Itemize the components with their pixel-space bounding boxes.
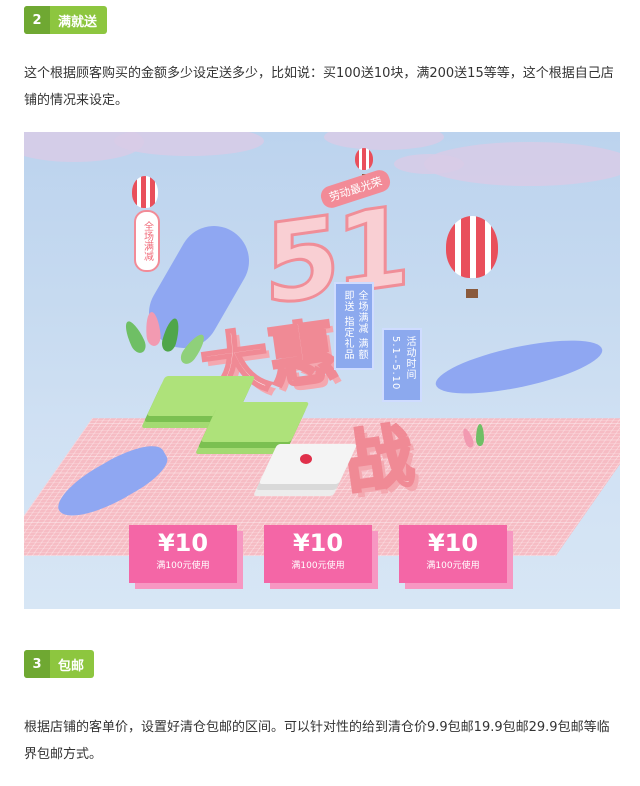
hot-air-balloon-icon bbox=[355, 148, 373, 178]
coupon-condition: 满100元使用 bbox=[291, 561, 345, 571]
coupon-amount: ¥10 bbox=[157, 529, 209, 557]
hot-air-balloon-icon bbox=[132, 176, 158, 222]
rose-icon bbox=[300, 454, 312, 464]
paragraph-2: 根据店铺的客单价，设置好清仓包邮的区间。可以针对性的给到清仓价9.9包邮19.9… bbox=[24, 720, 610, 762]
promo-sign: 全场满减 满额即送 指定礼品 bbox=[334, 282, 374, 370]
cloud bbox=[394, 154, 464, 174]
coupon-amount: ¥10 bbox=[427, 529, 479, 557]
activity-time-sign: 活动时间 5.1--5.10 bbox=[382, 328, 422, 402]
cloud bbox=[114, 132, 264, 156]
section-label: 包邮 bbox=[58, 658, 85, 674]
coupon-condition: 满100元使用 bbox=[426, 561, 480, 571]
coupon-condition: 满100元使用 bbox=[156, 561, 210, 571]
promo-banner: 全场满减 51 劳动最光荣 大惠 战 全场满减 满额即送 指定礼品 活动时间 5… bbox=[24, 132, 620, 609]
coupon-card[interactable]: ¥10 满100元使用 bbox=[264, 525, 372, 583]
leaf-icon bbox=[121, 318, 149, 356]
full-store-discount-tag: 全场满减 bbox=[134, 210, 160, 272]
section-label: 满就送 bbox=[58, 14, 98, 30]
cloud bbox=[324, 132, 444, 150]
section-number: 3 bbox=[24, 650, 50, 678]
section-number: 2 bbox=[24, 6, 50, 34]
hot-air-balloon-icon bbox=[446, 216, 498, 298]
coupon-amount: ¥10 bbox=[292, 529, 344, 557]
ribbon bbox=[431, 329, 607, 405]
money-stack bbox=[200, 402, 310, 442]
paragraph-1: 这个根据顾客购买的金额多少设定送多少，比如说：买100送10块，满200送15等… bbox=[24, 66, 614, 108]
section-tag-2: 2 满就送 bbox=[24, 6, 108, 34]
coupon-card[interactable]: ¥10 满100元使用 bbox=[129, 525, 237, 583]
section-tag-3: 3 包邮 bbox=[24, 650, 95, 678]
coupon-card[interactable]: ¥10 满100元使用 bbox=[399, 525, 507, 583]
